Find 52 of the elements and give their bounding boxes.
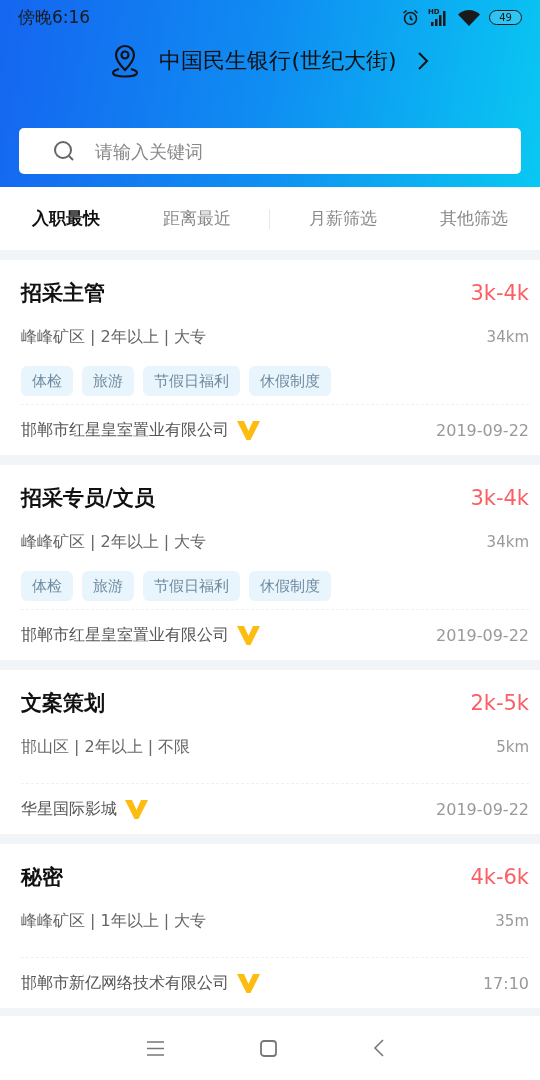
- salary-range: 3k-4k: [470, 486, 529, 510]
- job-card[interactable]: 文案策划 2k-5k 邯山区 | 2年以上 | 不限 5km 华星国际影城 2019-09-22: [0, 670, 540, 834]
- job-requirements: 邯山区 | 2年以上 | 不限: [21, 736, 191, 758]
- filter-tab[interactable]: 月薪筛选: [283, 201, 402, 236]
- status-time: 傍晚6:16: [18, 6, 91, 29]
- job-card[interactable]: 招采主管 3k-4k 峰峰矿区 | 2年以上 | 大专 34km 体检 旅游 节假日福利 休假制度 邯郸市红星皇室置业有限公司 2019-09-22: [0, 260, 540, 455]
- alarm-icon: [402, 9, 419, 26]
- job-title: 招采主管: [21, 280, 105, 307]
- distance: 35m: [495, 912, 529, 930]
- job-title: 秘密: [21, 864, 63, 891]
- distance: 34km: [486, 533, 529, 551]
- benefit-tag: 休假制度: [249, 571, 331, 601]
- filter-tab[interactable]: 其他筛选: [415, 201, 534, 236]
- job-card[interactable]: 招采专员/文员 3k-4k 峰峰矿区 | 2年以上 | 大专 34km 体检 旅游 节假日福利 休假制度 邯郸市红星皇室置业有限公司 2019-09-22: [0, 465, 540, 660]
- post-date: 2019-09-22: [436, 420, 529, 440]
- home-icon[interactable]: [259, 1039, 277, 1057]
- post-date: 17:10: [482, 973, 529, 993]
- salary-range: 4k-6k: [470, 865, 529, 889]
- job-card[interactable]: 秘密 4k-6k 峰峰矿区 | 1年以上 | 大专 35m 邯郸市新亿网络技术有限公司 17:10: [0, 844, 540, 1008]
- company-name: 邯郸市红星皇室置业有限公司: [21, 624, 229, 646]
- chevron-right-icon: [416, 51, 429, 71]
- benefit-tag: 体检: [21, 366, 73, 396]
- benefit-tag: 休假制度: [249, 366, 331, 396]
- company-name: 华星国际影城: [21, 798, 117, 820]
- distance: 5km: [496, 738, 529, 756]
- job-title: 文案策划: [21, 690, 105, 717]
- benefit-tag: 节假日福利: [143, 571, 240, 601]
- wifi-icon: [458, 9, 480, 26]
- menu-icon[interactable]: [146, 1040, 164, 1056]
- post-date: 2019-09-22: [436, 799, 529, 819]
- battery-icon: 49: [489, 10, 522, 25]
- location-name: 中国民生银行(世纪大街): [159, 47, 397, 75]
- job-requirements: 峰峰矿区 | 1年以上 | 大专: [21, 910, 207, 932]
- filter-tab[interactable]: 入职最快: [6, 201, 125, 236]
- location-selector[interactable]: 中国民生银行(世纪大街): [0, 35, 540, 87]
- filter-tab[interactable]: 距离最近: [138, 201, 257, 236]
- salary-range: 2k-5k: [470, 691, 529, 715]
- post-date: 2019-09-22: [436, 625, 529, 645]
- location-pin-icon: [111, 44, 140, 78]
- benefit-tag: 旅游: [82, 366, 134, 396]
- benefit-tag: 节假日福利: [143, 366, 240, 396]
- search-field[interactable]: 请输入关键词: [19, 128, 521, 174]
- job-requirements: 峰峰矿区 | 2年以上 | 大专: [21, 326, 207, 348]
- benefit-tag: 旅游: [82, 571, 134, 601]
- job-requirements: 峰峰矿区 | 2年以上 | 大专: [21, 531, 207, 553]
- company-name: 邯郸市红星皇室置业有限公司: [21, 419, 229, 441]
- benefit-tag: 体检: [21, 571, 73, 601]
- company-name: 邯郸市新亿网络技术有限公司: [21, 972, 229, 994]
- salary-range: 3k-4k: [470, 281, 529, 305]
- job-title: 招采专员/文员: [21, 485, 155, 512]
- back-icon[interactable]: [372, 1039, 384, 1057]
- distance: 34km: [486, 328, 529, 346]
